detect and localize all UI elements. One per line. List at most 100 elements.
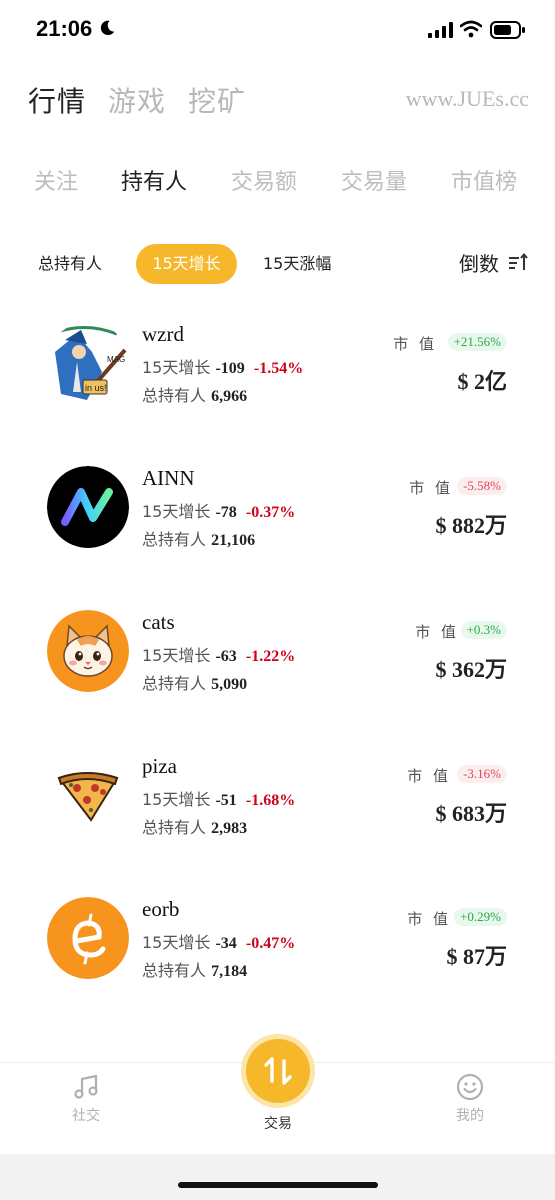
holders-value: 7,184 bbox=[211, 963, 248, 980]
growth-label: 15天增长 bbox=[142, 933, 211, 952]
holders-label: 总持有人 bbox=[142, 961, 207, 980]
holders-value: 5,090 bbox=[211, 676, 248, 693]
site-url: www.JUEs.cc bbox=[405, 86, 529, 111]
mcap-value: $ 2亿 bbox=[457, 369, 507, 394]
growth-label: 15天增长 bbox=[142, 358, 211, 377]
holders-line: 总持有人 7,184 bbox=[142, 957, 247, 981]
home-indicator[interactable] bbox=[178, 1182, 378, 1188]
filter-row: 总持有人 15天增长 15天涨幅 倒数 bbox=[0, 240, 555, 286]
mcap-value: $ 362万 bbox=[435, 657, 507, 682]
growth-label: 15天增长 bbox=[142, 646, 211, 665]
holders-line: 总持有人 5,090 bbox=[142, 670, 247, 694]
mcap-change-badge: +0.29% bbox=[454, 908, 507, 926]
sub-tabs: 关注 持有人 交易额 交易量 市值榜 bbox=[0, 160, 555, 200]
mcap-label: 市 值 bbox=[407, 767, 451, 785]
sort-label: 倒数 bbox=[459, 252, 499, 276]
list-item-wzrd[interactable]: in us! MAG wzrd 15天增长 -109 -1.54% 总持有人 6… bbox=[0, 322, 555, 442]
mcap-value: $ 87万 bbox=[446, 944, 507, 969]
growth-line: 15天增长 -78 -0.37% bbox=[142, 498, 295, 522]
list-item-piza[interactable]: piza 15天增长 -51 -1.68% 总持有人 2,983 市 值 -3.… bbox=[0, 754, 555, 874]
wifi-icon bbox=[460, 20, 482, 38]
growth-percent: -1.68% bbox=[245, 792, 296, 809]
coin-name: wzrd bbox=[142, 322, 184, 346]
coin-name: AINN bbox=[142, 466, 195, 490]
tab-games[interactable]: 游戏 bbox=[108, 80, 166, 120]
growth-percent: -1.54% bbox=[253, 360, 304, 377]
sub-tab-market-cap[interactable]: 市值榜 bbox=[451, 164, 517, 196]
mcap-label: 市 值 bbox=[409, 479, 453, 497]
growth-line: 15天增长 -63 -1.22% bbox=[142, 642, 295, 666]
ainn-avatar bbox=[47, 466, 129, 548]
filter-15d-change[interactable]: 15天涨幅 bbox=[263, 244, 331, 284]
wzrd-avatar: in us! MAG bbox=[47, 322, 129, 404]
filter-15d-growth[interactable]: 15天增长 bbox=[136, 244, 237, 284]
list-item-ainn[interactable]: AINN 15天增长 -78 -0.37% 总持有人 21,106 市 值 -5… bbox=[0, 466, 555, 586]
mcap-label: 市 值 bbox=[407, 910, 451, 928]
mcap-value: $ 882万 bbox=[435, 513, 507, 538]
status-time: 21:06 bbox=[36, 16, 93, 41]
holders-line: 总持有人 6,966 bbox=[142, 382, 247, 406]
nav-social[interactable]: 社交 bbox=[62, 1073, 110, 1125]
coin-name: eorb bbox=[142, 897, 180, 921]
list-item-eorb[interactable]: eorb 15天增长 -34 -0.47% 总持有人 7,184 市 值 +0.… bbox=[0, 897, 555, 1017]
swap-icon bbox=[264, 1057, 292, 1085]
status-bar: 21:06 bbox=[0, 0, 555, 60]
piza-avatar bbox=[47, 754, 129, 836]
mcap-change-badge: +21.56% bbox=[447, 333, 507, 351]
growth-percent: -1.22% bbox=[245, 648, 296, 665]
svg-text:MAG: MAG bbox=[107, 355, 125, 364]
growth-percent: -0.37% bbox=[245, 504, 296, 521]
filter-total-holders[interactable]: 总持有人 bbox=[38, 244, 102, 284]
holders-label: 总持有人 bbox=[142, 818, 207, 837]
coin-name: cats bbox=[142, 610, 175, 634]
home-indicator-area bbox=[0, 1154, 555, 1200]
sub-tab-holders[interactable]: 持有人 bbox=[121, 164, 187, 196]
growth-line: 15天增长 -51 -1.68% bbox=[142, 786, 295, 810]
nav-mine[interactable]: 我的 bbox=[446, 1073, 494, 1125]
growth-value: -109 bbox=[215, 360, 245, 377]
holders-label: 总持有人 bbox=[142, 530, 207, 549]
growth-label: 15天增长 bbox=[142, 790, 211, 809]
growth-label: 15天增长 bbox=[142, 502, 211, 521]
holders-value: 6,966 bbox=[211, 388, 248, 405]
growth-value: -78 bbox=[215, 504, 237, 521]
signal-icon bbox=[428, 22, 453, 38]
mcap-label: 市 值 bbox=[393, 335, 437, 353]
smiley-icon bbox=[456, 1073, 484, 1101]
cats-avatar bbox=[47, 610, 129, 692]
holders-label: 总持有人 bbox=[142, 674, 207, 693]
sub-tab-following[interactable]: 关注 bbox=[34, 164, 78, 196]
tab-market[interactable]: 行情 bbox=[28, 80, 86, 120]
sub-tab-turnover[interactable]: 交易额 bbox=[231, 164, 297, 196]
sort-button[interactable]: 倒数 bbox=[459, 248, 529, 277]
growth-value: -63 bbox=[215, 648, 237, 665]
holders-line: 总持有人 21,106 bbox=[142, 526, 255, 550]
holders-line: 总持有人 2,983 bbox=[142, 814, 247, 838]
holders-label: 总持有人 bbox=[142, 386, 207, 405]
mcap-change-badge: -5.58% bbox=[457, 477, 507, 495]
growth-percent: -0.47% bbox=[245, 935, 296, 952]
trade-button[interactable] bbox=[246, 1039, 310, 1103]
svg-text:in us!: in us! bbox=[85, 383, 107, 393]
mcap-label: 市 值 bbox=[415, 623, 459, 641]
nav-trade-label[interactable]: 交易 bbox=[246, 1113, 310, 1133]
moon-icon bbox=[100, 20, 115, 36]
eorb-avatar bbox=[47, 897, 129, 979]
growth-line: 15天增长 -34 -0.47% bbox=[142, 929, 295, 953]
list-item-cats[interactable]: cats 15天增长 -63 -1.22% 总持有人 5,090 市 值 +0.… bbox=[0, 610, 555, 730]
mcap-value: $ 683万 bbox=[435, 801, 507, 826]
mcap-change-badge: -3.16% bbox=[457, 765, 507, 783]
music-note-icon bbox=[74, 1074, 98, 1099]
nav-mine-label: 我的 bbox=[456, 1108, 484, 1124]
growth-line: 15天增长 -109 -1.54% bbox=[142, 354, 303, 378]
holders-value: 2,983 bbox=[211, 820, 248, 837]
holders-value: 21,106 bbox=[211, 532, 256, 549]
bottom-nav: 社交 交易 我的 bbox=[0, 1039, 555, 1154]
growth-value: -51 bbox=[215, 792, 237, 809]
coin-name: piza bbox=[142, 754, 177, 778]
tab-mining[interactable]: 挖矿 bbox=[188, 80, 246, 120]
battery-icon bbox=[490, 21, 525, 39]
growth-value: -34 bbox=[215, 935, 237, 952]
sub-tab-volume[interactable]: 交易量 bbox=[341, 164, 407, 196]
sort-icon bbox=[509, 252, 528, 270]
